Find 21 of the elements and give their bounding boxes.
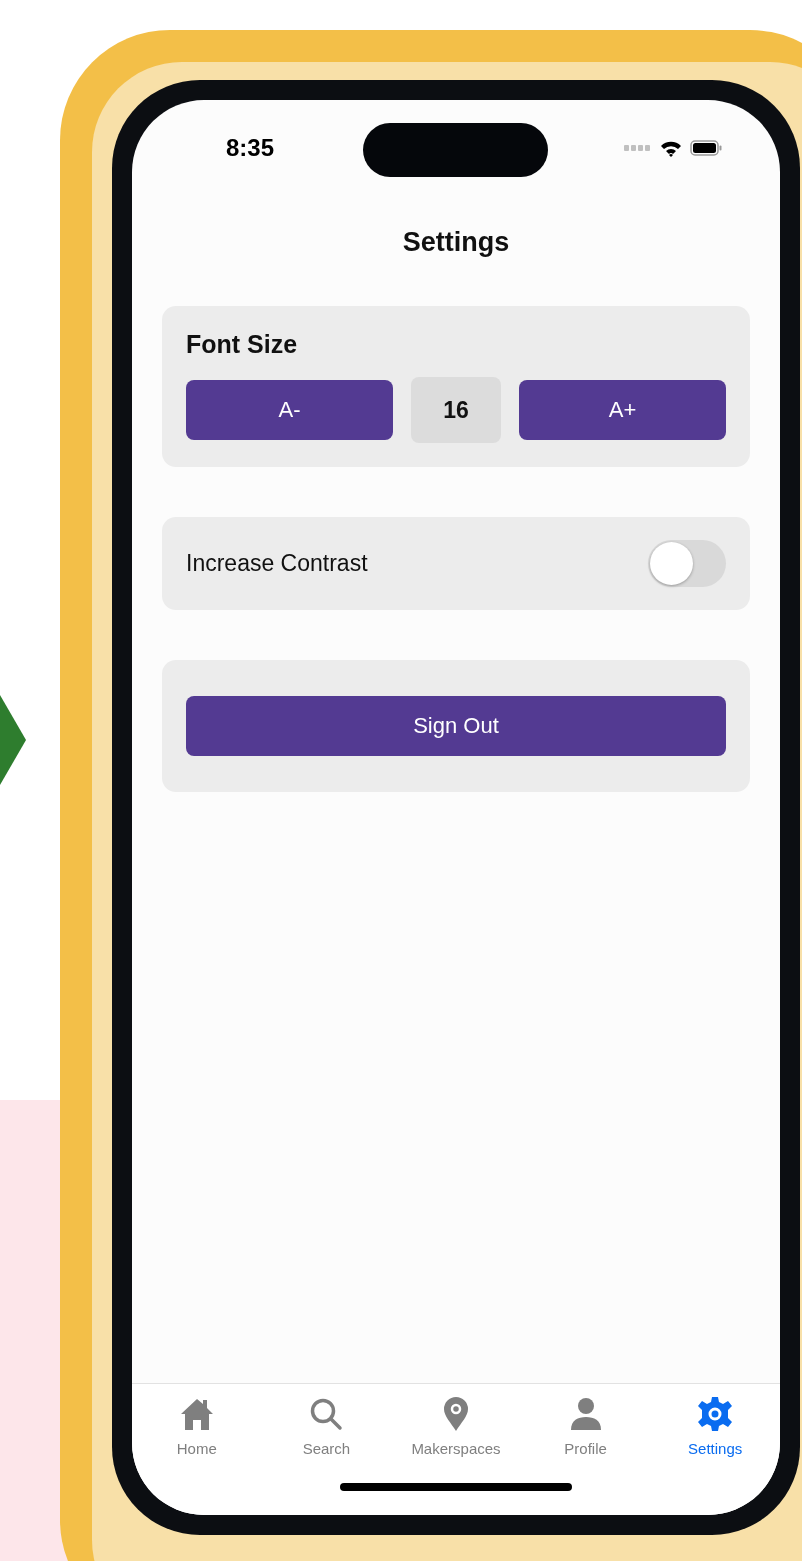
page-title: Settings — [401, 227, 511, 258]
tab-item[interactable]: Search — [262, 1396, 391, 1457]
map-pin-icon — [443, 1396, 469, 1432]
font-size-label: Font Size — [186, 330, 299, 359]
decrease-font-button[interactable]: A- — [186, 380, 393, 440]
tab-item[interactable]: Makerspaces — [392, 1396, 520, 1457]
tab-item[interactable]: Profile — [521, 1396, 650, 1457]
person-icon — [568, 1396, 603, 1432]
font-size-value: 16 — [411, 377, 501, 443]
increase-font-button[interactable]: A+ — [519, 380, 726, 440]
battery-icon — [690, 140, 722, 156]
status-time: 8:35 — [226, 134, 275, 162]
contrast-label: Increase Contrast — [186, 550, 368, 577]
contrast-toggle[interactable] — [648, 540, 726, 587]
settings-icon — [697, 1396, 734, 1432]
search-icon — [309, 1396, 344, 1432]
wifi-icon — [660, 139, 682, 157]
sign-out-button[interactable]: Sign Out — [186, 696, 726, 756]
tab-item[interactable]: Settings — [651, 1396, 780, 1457]
tab-item[interactable]: Home — [132, 1396, 261, 1457]
signal-icon — [624, 144, 652, 152]
